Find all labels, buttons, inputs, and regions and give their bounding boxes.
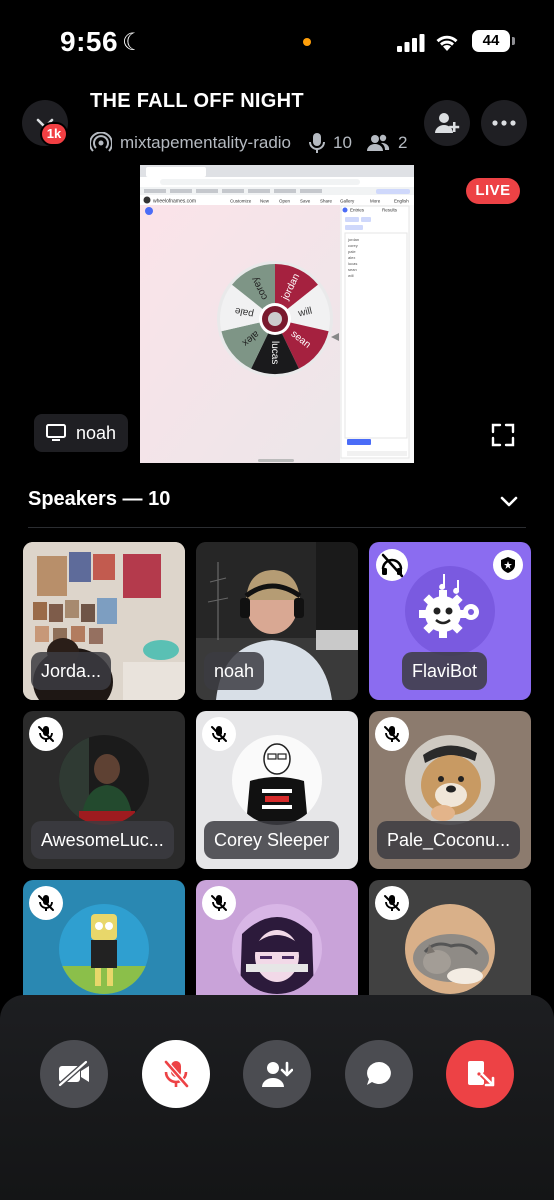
speaker-name: Pale_Coconu... (377, 821, 521, 859)
unread-badge: 1k (40, 122, 68, 146)
camera-toggle-button[interactable] (40, 1040, 108, 1108)
deafened-indicator (375, 548, 409, 582)
stage-icon (90, 132, 112, 154)
event-title: THE FALL OFF NIGHT (90, 90, 304, 112)
speaker-tile[interactable]: Pale_Coconu... (369, 711, 531, 869)
svg-text:Entries: Entries (350, 208, 365, 213)
muted-indicator (375, 886, 409, 920)
speakers-heading: Speakers — 10 (28, 488, 171, 510)
screen-share-icon (46, 424, 66, 441)
mic-muted-icon (384, 895, 400, 911)
ellipsis-icon (492, 120, 516, 126)
leave-stage-button[interactable] (446, 1040, 514, 1108)
fullscreen-icon (491, 423, 515, 447)
mic-muted-icon (211, 726, 227, 742)
headphones-off-icon (376, 549, 408, 581)
speaker-name: Jorda... (31, 652, 112, 690)
speaker-avatar (59, 735, 149, 825)
svg-text:lucas: lucas (269, 341, 280, 364)
svg-text:will: will (348, 273, 354, 278)
chevron-down-icon (500, 496, 518, 507)
streamer-name: noah (76, 422, 117, 443)
clock: 9:56 (60, 26, 119, 57)
speaker-name: noah (204, 652, 265, 690)
muted-indicator (29, 717, 63, 751)
microphone-icon (309, 132, 326, 154)
speaker-tile[interactable]: Corey Sleeper (196, 711, 358, 869)
speaker-avatar (405, 904, 495, 994)
moon-icon: ☾ (122, 29, 144, 56)
svg-text:Share: Share (320, 199, 333, 204)
channel-info: mixtapementality-radio 10 2 (90, 130, 407, 156)
mic-muted-icon (38, 895, 54, 911)
svg-text:More: More (370, 199, 381, 204)
svg-text:Gallery: Gallery (340, 199, 355, 204)
mic-in-use-indicator (303, 38, 311, 46)
chat-button[interactable] (345, 1040, 413, 1108)
svg-text:alex: alex (348, 255, 355, 260)
speaker-count: 10 (333, 133, 352, 152)
stream-frame: wheelofnames.com Customize New Open Save… (140, 165, 414, 463)
moderator-badge (493, 550, 523, 580)
wifi-icon (436, 35, 458, 51)
svg-text:Results: Results (382, 208, 398, 213)
chat-bubble-icon (367, 1062, 391, 1085)
svg-text:pale: pale (348, 249, 356, 254)
battery-indicator: 44 (472, 30, 515, 52)
speaker-name: AwesomeLuc... (31, 821, 174, 859)
speaker-avatar (59, 904, 149, 994)
speaker-avatar (405, 735, 495, 825)
shield-star-icon (501, 557, 515, 573)
svg-text:Save: Save (300, 199, 311, 204)
invite-button[interactable] (424, 100, 470, 146)
listener-count: 2 (397, 133, 408, 152)
speaker-tile[interactable]: FlaviBot (369, 542, 531, 700)
svg-text:English: English (394, 199, 409, 204)
mic-muted-icon (38, 726, 54, 742)
camera-off-icon (58, 1060, 89, 1087)
microphone-toggle-button[interactable] (142, 1040, 210, 1108)
speaker-avatar (232, 735, 322, 825)
screen-share-stream[interactable]: wheelofnames.com Customize New Open Save… (140, 165, 414, 463)
move-to-audience-button[interactable] (243, 1040, 311, 1108)
speaker-tile[interactable]: AwesomeLuc... (23, 711, 185, 869)
mic-muted-icon (211, 895, 227, 911)
svg-text:jordan: jordan (347, 237, 359, 242)
mic-muted-icon (384, 726, 400, 742)
muted-indicator (202, 717, 236, 751)
svg-text:Open: Open (279, 199, 291, 204)
add-user-icon (435, 113, 460, 133)
cellular-signal-icon (397, 34, 425, 52)
muted-indicator (375, 717, 409, 751)
svg-text:sean: sean (348, 267, 357, 272)
svg-text:lucas: lucas (348, 261, 357, 266)
divider (28, 527, 526, 528)
user-arrow-down-icon (262, 1061, 293, 1087)
listeners-icon (366, 133, 390, 153)
live-badge: LIVE (466, 178, 520, 204)
status-bar: 9:56 ☾ 44 (0, 0, 554, 80)
streamer-label: noah (34, 414, 129, 452)
speaker-tile[interactable]: noah (196, 542, 358, 700)
muted-indicator (29, 886, 63, 920)
speaker-name: FlaviBot (402, 652, 488, 690)
leave-door-icon (468, 1061, 496, 1088)
speaker-name: Corey Sleeper (204, 821, 340, 859)
channel-name: mixtapementality-radio (120, 133, 292, 152)
mic-muted-icon (164, 1060, 189, 1088)
speaker-tile[interactable]: Jorda... (23, 542, 185, 700)
speaker-avatar (232, 904, 322, 994)
muted-indicator (202, 886, 236, 920)
more-options-button[interactable] (481, 100, 527, 146)
svg-text:corey: corey (348, 243, 358, 248)
svg-text:Customize: Customize (230, 199, 252, 204)
fullscreen-button[interactable] (486, 418, 520, 452)
site-name: wheelofnames.com (153, 199, 196, 205)
collapse-speakers-button[interactable] (498, 490, 520, 517)
flavibot-avatar (405, 566, 495, 656)
svg-text:New: New (260, 199, 270, 204)
